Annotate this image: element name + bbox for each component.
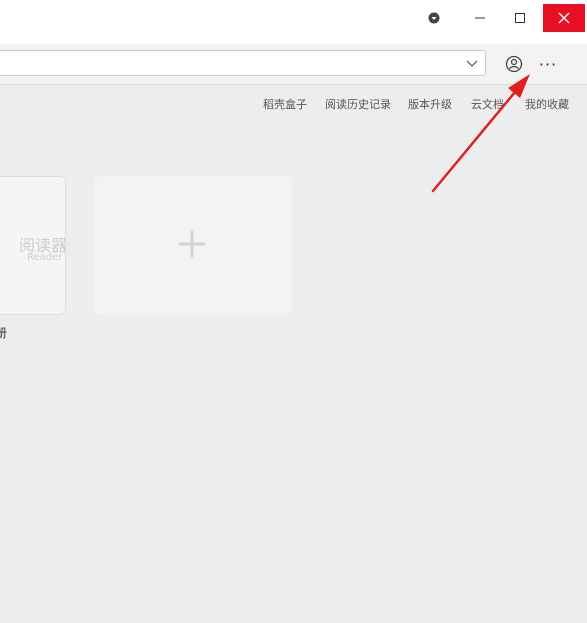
- reader-card-caption: 册: [0, 326, 8, 340]
- nav-link-version-upgrade[interactable]: 版本升级: [408, 96, 452, 112]
- nav-link-docer-box[interactable]: 稻壳盒子: [263, 96, 307, 112]
- top-links: 稻壳盒子 阅读历史记录 版本升级 云文档 我的收藏: [0, 96, 587, 114]
- maximize-icon: [515, 13, 525, 23]
- reader-card-subtitle: Reader: [27, 252, 63, 263]
- nav-link-reading-history[interactable]: 阅读历史记录: [325, 96, 391, 112]
- user-icon[interactable]: [503, 53, 525, 75]
- address-bar[interactable]: [0, 50, 486, 76]
- annotation-arrow: [431, 74, 530, 193]
- reader-app-card[interactable]: 阅读器 Reader: [0, 176, 67, 315]
- close-icon: [558, 12, 570, 24]
- maximize-button[interactable]: [502, 4, 538, 32]
- add-app-card[interactable]: [94, 176, 292, 315]
- minimize-icon: [475, 17, 485, 19]
- plus-icon: [179, 231, 205, 257]
- chevron-down-icon[interactable]: [465, 56, 479, 70]
- more-button[interactable]: ···: [536, 53, 560, 75]
- title-bar: [0, 0, 587, 44]
- skin-button[interactable]: [416, 4, 452, 32]
- nav-link-cloud-docs[interactable]: 云文档: [471, 96, 504, 112]
- toolbar: ···: [0, 44, 587, 85]
- minimize-button[interactable]: [462, 4, 498, 32]
- skin-icon: [428, 12, 440, 24]
- nav-link-favorites[interactable]: 我的收藏: [525, 96, 569, 112]
- close-button[interactable]: [543, 4, 585, 32]
